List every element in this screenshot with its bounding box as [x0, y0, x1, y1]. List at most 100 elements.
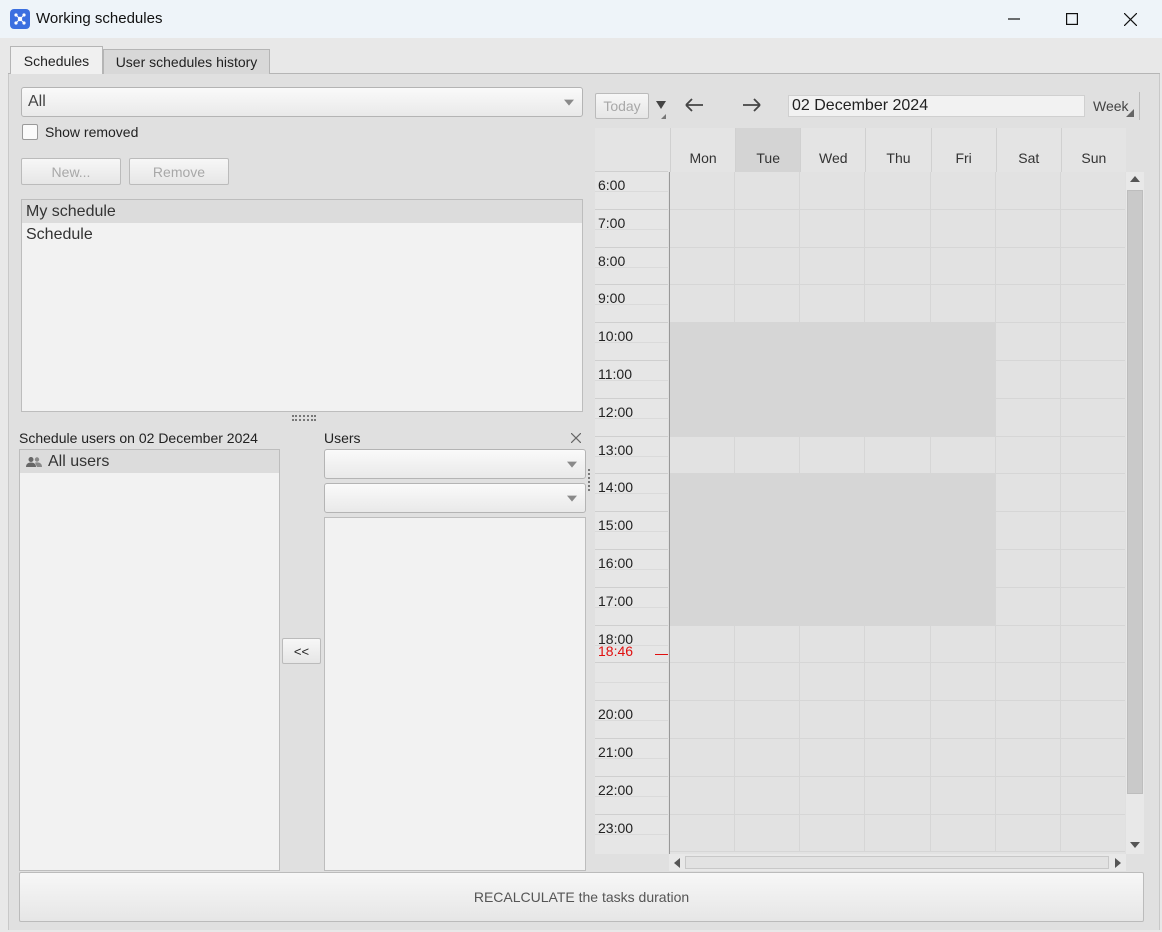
calendar-cell[interactable]	[930, 361, 996, 399]
calendar-cell[interactable]	[735, 814, 801, 853]
calendar-cell[interactable]	[865, 474, 931, 513]
calendar-cell[interactable]	[930, 739, 996, 777]
calendar-cell[interactable]	[735, 323, 801, 361]
calendar-cell[interactable]	[865, 209, 931, 248]
calendar-cell[interactable]	[995, 663, 1061, 702]
calendar-cell[interactable]	[670, 436, 736, 475]
date-field[interactable]: 02 December 2024	[788, 95, 1085, 117]
calendar-cell[interactable]	[800, 814, 866, 853]
calendar-cell[interactable]	[995, 550, 1061, 588]
calendar-cell[interactable]	[930, 398, 996, 437]
users-filter-combo-2[interactable]	[324, 483, 586, 513]
calendar-cell[interactable]	[670, 247, 736, 286]
calendar-cell[interactable]	[865, 587, 931, 626]
calendar-cell[interactable]	[930, 172, 996, 210]
calendar-cell[interactable]	[930, 285, 996, 324]
calendar-cell[interactable]	[800, 625, 866, 664]
calendar-cell[interactable]	[865, 663, 931, 702]
calendar-cell[interactable]	[1060, 625, 1125, 664]
calendar-cell[interactable]	[930, 776, 996, 815]
calendar-cell[interactable]	[800, 247, 866, 286]
calendar-cell[interactable]	[800, 209, 866, 248]
close-button[interactable]	[1101, 0, 1159, 38]
list-item-my-schedule[interactable]: My schedule	[22, 200, 582, 223]
calendar-cell[interactable]	[735, 625, 801, 664]
calendar-cell[interactable]	[1060, 474, 1125, 513]
calendar-cell[interactable]	[800, 587, 866, 626]
calendar-cell[interactable]	[1060, 550, 1125, 588]
calendar-cell[interactable]	[670, 361, 736, 399]
calendar-cell[interactable]	[1060, 209, 1125, 248]
calendar-cell[interactable]	[670, 701, 736, 739]
calendar-cell[interactable]	[995, 247, 1061, 286]
calendar-cell[interactable]	[670, 550, 736, 588]
vertical-scrollbar[interactable]	[1126, 172, 1144, 854]
tab-schedules[interactable]: Schedules	[10, 46, 103, 74]
calendar-cell[interactable]	[800, 776, 866, 815]
calendar-cell[interactable]	[735, 398, 801, 437]
calendar-cell[interactable]	[800, 663, 866, 702]
today-dropdown-button[interactable]	[655, 100, 667, 120]
splitter-handle[interactable]	[292, 415, 316, 421]
calendar-cell[interactable]	[735, 550, 801, 588]
calendar-cell[interactable]	[670, 587, 736, 626]
calendar-cell[interactable]	[1060, 323, 1125, 361]
users-filter-combo-1[interactable]	[324, 449, 586, 479]
calendar-cell[interactable]	[865, 512, 931, 550]
calendar-cell[interactable]	[995, 739, 1061, 777]
calendar-cell[interactable]	[800, 436, 866, 475]
calendar-cell[interactable]	[865, 436, 931, 475]
calendar-cell[interactable]	[865, 739, 931, 777]
calendar-cell[interactable]	[995, 701, 1061, 739]
calendar-cell[interactable]	[1060, 512, 1125, 550]
calendar-cell[interactable]	[800, 323, 866, 361]
calendar-cell[interactable]	[670, 398, 736, 437]
calendar-cell[interactable]	[670, 285, 736, 324]
calendar-cell[interactable]	[735, 247, 801, 286]
calendar-cell[interactable]	[930, 587, 996, 626]
calendar-cell[interactable]	[670, 776, 736, 815]
filter-combo[interactable]: All	[21, 87, 583, 117]
calendar-cell[interactable]	[1060, 436, 1125, 475]
calendar-cell[interactable]	[1060, 247, 1125, 286]
show-removed-checkbox[interactable]	[22, 124, 38, 140]
calendar-cell[interactable]	[995, 474, 1061, 513]
users-close-button[interactable]	[570, 431, 583, 444]
calendar-cell[interactable]	[800, 285, 866, 324]
previous-button[interactable]	[683, 94, 707, 116]
calendar-cell[interactable]	[670, 814, 736, 853]
calendar-cell[interactable]	[670, 739, 736, 777]
view-mode-selector[interactable]: Week	[1088, 92, 1140, 120]
calendar-cell[interactable]	[1060, 285, 1125, 324]
calendar-cell[interactable]	[865, 247, 931, 286]
calendar-cell[interactable]	[865, 550, 931, 588]
calendar-cell[interactable]	[865, 285, 931, 324]
recalculate-button[interactable]: RECALCULATE the tasks duration	[19, 872, 1144, 922]
horizontal-scrollbar[interactable]	[669, 854, 1126, 871]
calendar-cell[interactable]	[865, 398, 931, 437]
calendar-cell[interactable]	[995, 361, 1061, 399]
calendar-cell[interactable]	[930, 663, 996, 702]
calendar-cell[interactable]	[930, 209, 996, 248]
calendar-cell[interactable]	[735, 776, 801, 815]
calendar-cell[interactable]	[930, 436, 996, 475]
calendar-cell[interactable]	[995, 323, 1061, 361]
calendar-cell[interactable]	[1060, 172, 1125, 210]
calendar-cell[interactable]	[995, 587, 1061, 626]
today-button[interactable]: Today	[595, 93, 649, 119]
calendar-cell[interactable]	[865, 323, 931, 361]
calendar-cell[interactable]	[735, 209, 801, 248]
calendar-cell[interactable]	[1060, 587, 1125, 626]
calendar-cell[interactable]	[670, 512, 736, 550]
calendar-cell[interactable]	[995, 398, 1061, 437]
calendar-cell[interactable]	[735, 663, 801, 702]
remove-button[interactable]: Remove	[129, 158, 229, 185]
calendar-cell[interactable]	[865, 776, 931, 815]
calendar-cell[interactable]	[735, 474, 801, 513]
calendar-cell[interactable]	[800, 512, 866, 550]
calendar-cell[interactable]	[930, 701, 996, 739]
calendar-cell[interactable]	[1060, 739, 1125, 777]
calendar-cell[interactable]	[735, 436, 801, 475]
move-to-schedule-button[interactable]: <<	[282, 638, 321, 664]
list-item-schedule[interactable]: Schedule	[22, 223, 582, 246]
